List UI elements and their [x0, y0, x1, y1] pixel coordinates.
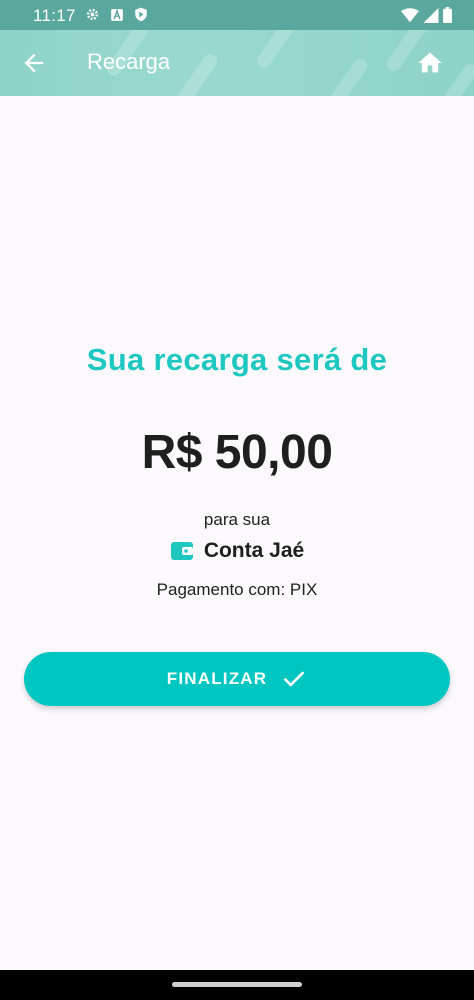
finalize-label: FINALIZAR	[166, 669, 268, 688]
account-row: Conta Jaé	[0, 539, 474, 563]
signal-icon	[423, 7, 439, 23]
gear-icon	[86, 8, 99, 21]
shield-play-icon	[135, 7, 147, 22]
page-title: Recarga	[87, 49, 171, 74]
check-icon	[284, 671, 305, 687]
home-button[interactable]	[416, 49, 444, 77]
status-icons-left	[85, 7, 148, 22]
navigation-bar	[0, 970, 474, 1000]
status-icons-right	[401, 7, 452, 23]
arrow-left-icon	[24, 53, 44, 73]
screen: 11:17 Recarga Sua recarga será de R$ 50,…	[0, 0, 474, 1000]
status-time: 11:17	[33, 6, 76, 25]
app-bar: Recarga	[0, 30, 474, 96]
home-icon	[418, 52, 442, 73]
back-button[interactable]	[20, 49, 48, 77]
recharge-amount: R$ 50,00	[141, 426, 333, 479]
battery-icon	[443, 7, 452, 23]
recharge-headline: Sua recarga será de	[86, 342, 388, 377]
status-bar: 11:17	[0, 0, 474, 30]
para-sua-label: para sua	[203, 510, 271, 529]
account-name: Conta Jaé	[203, 539, 305, 562]
wifi-icon	[401, 7, 419, 22]
home-gesture-handle[interactable]	[172, 982, 302, 987]
finalize-button[interactable]: FINALIZAR	[24, 652, 450, 706]
wallet-icon	[170, 542, 193, 560]
payment-method: Pagamento com: PIX	[156, 580, 318, 599]
a-box-icon	[111, 8, 123, 21]
